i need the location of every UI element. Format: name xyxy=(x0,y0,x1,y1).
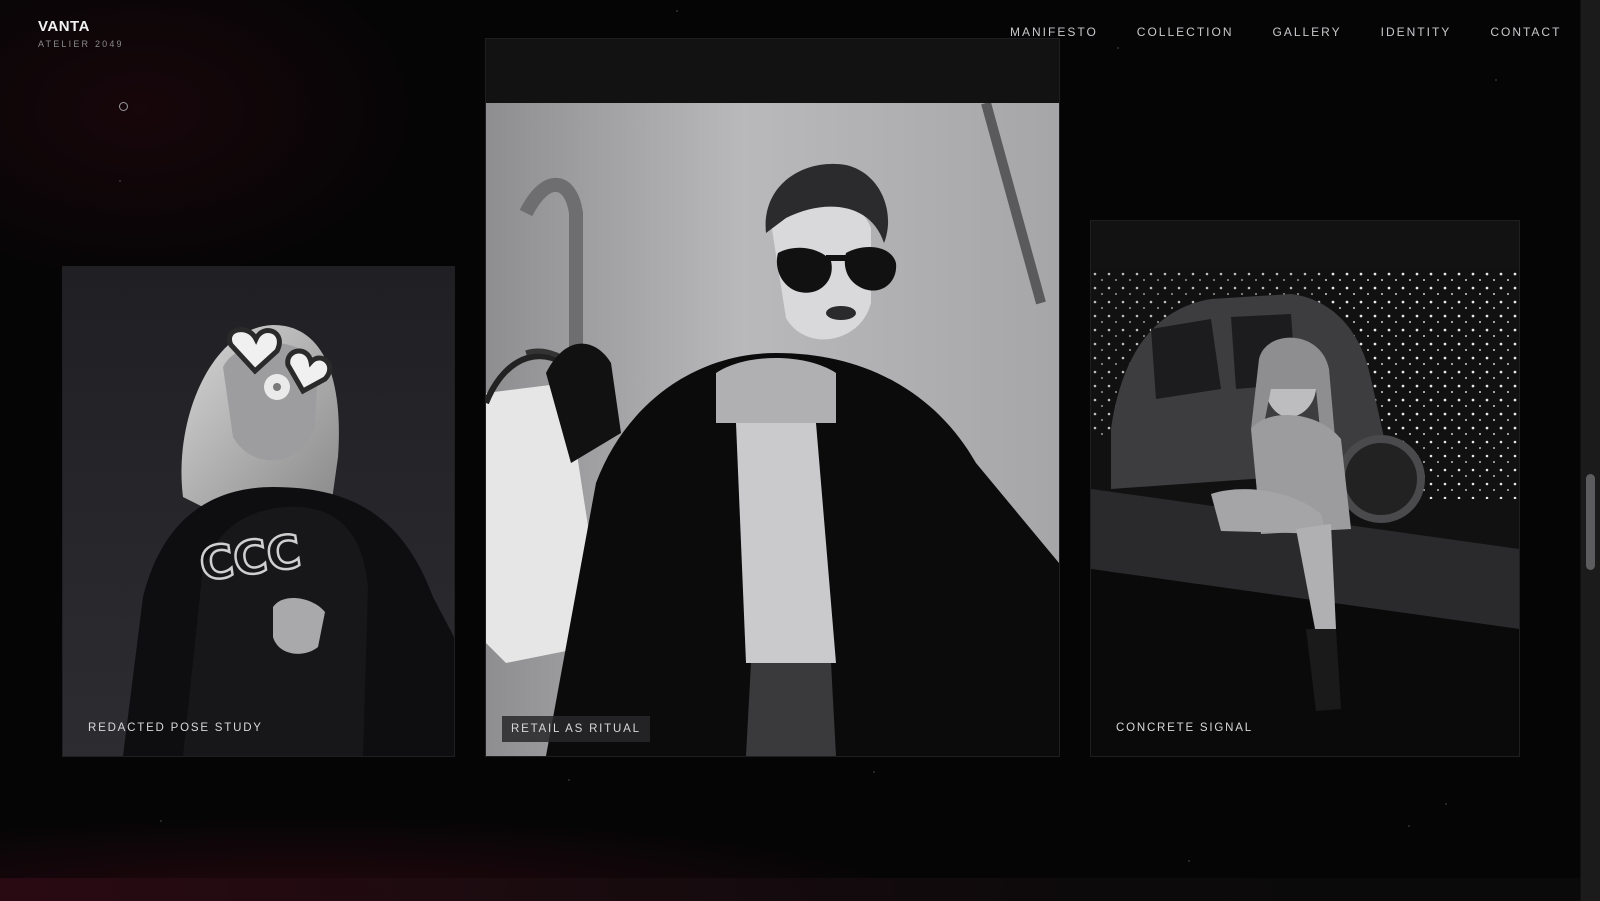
gallery-photo xyxy=(1091,269,1519,756)
star-dot xyxy=(1188,860,1190,862)
nav-item-collection[interactable]: COLLECTION xyxy=(1137,25,1234,41)
gallery-photo xyxy=(486,103,1059,756)
brand-subtitle: ATELIER 2049 xyxy=(38,39,124,49)
card-caption: REDACTED POSE STUDY xyxy=(88,722,263,734)
star-dot xyxy=(1408,825,1410,827)
card-caption: CONCRETE SIGNAL xyxy=(1116,722,1253,734)
gallery-card-retail-as-ritual[interactable]: RETAIL AS RITUAL xyxy=(485,38,1060,757)
star-dot xyxy=(873,771,875,773)
nav-item-contact[interactable]: CONTACT xyxy=(1490,25,1561,41)
photo-woman-coat-shopping-bags xyxy=(486,103,1059,756)
star-dot xyxy=(1117,47,1119,49)
star-dot xyxy=(568,779,570,781)
star-dot xyxy=(1495,79,1497,81)
star-dot xyxy=(676,10,678,12)
star-dot xyxy=(1445,803,1447,805)
brand-logo[interactable]: VANTA ATELIER 2049 xyxy=(38,18,124,49)
scrollbar-thumb[interactable] xyxy=(1586,474,1595,570)
nav-item-identity[interactable]: IDENTITY xyxy=(1381,25,1452,41)
main-nav: MANIFESTO COLLECTION GALLERY IDENTITY CO… xyxy=(1010,25,1561,41)
cursor-ring-icon xyxy=(119,102,128,111)
gallery-card-concrete-signal[interactable]: CONCRETE SIGNAL xyxy=(1090,220,1520,757)
gallery-photo: CCC xyxy=(63,267,454,756)
star-dot xyxy=(160,820,162,822)
footer-glow-band xyxy=(0,878,1581,901)
card-caption: RETAIL AS RITUAL xyxy=(502,716,650,742)
brand-name: VANTA xyxy=(38,18,90,35)
gallery-card-redacted-pose-study[interactable]: CCC REDACTED POSE STUDY xyxy=(62,266,455,757)
scrollbar-track[interactable] xyxy=(1580,0,1600,901)
photo-woman-vintage-truck xyxy=(1091,269,1519,756)
star-dot xyxy=(119,180,121,182)
photo-woman-sunglasses-flower: CCC xyxy=(63,267,454,756)
nav-item-gallery[interactable]: GALLERY xyxy=(1272,25,1341,41)
